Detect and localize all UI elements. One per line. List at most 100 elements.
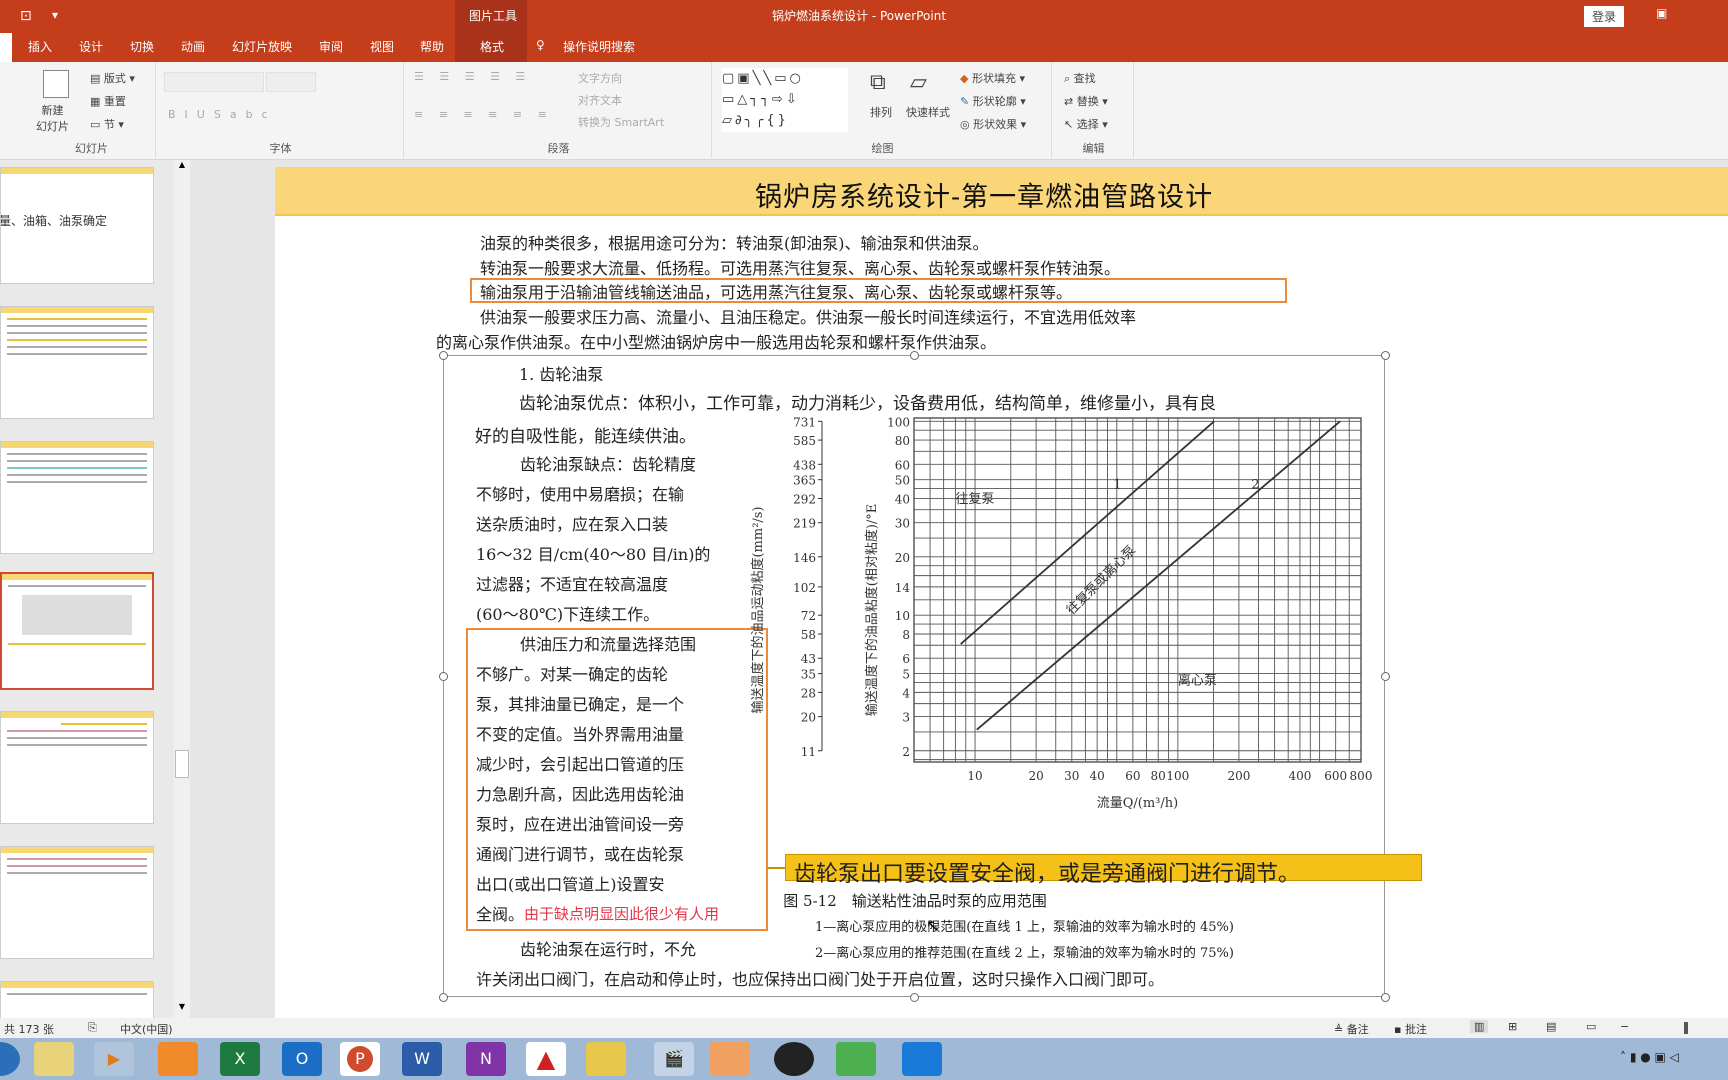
scroll-down-icon[interactable]: ▼ [176,1002,188,1016]
tab-insert[interactable]: 插入 [28,38,52,55]
font-format-buttons[interactable]: BIUSabc [168,108,277,121]
ribbon-display-options-icon[interactable]: ▣ [1656,6,1667,20]
picture-frame-selected[interactable]: 1. 齿轮油泵 齿轮油泵优点：体积小，工作可靠，动力消耗少，设备费用低，结构简单… [443,355,1385,997]
powerpoint-taskbar-icon[interactable]: P [340,1042,380,1076]
file-explorer-icon[interactable] [34,1042,74,1076]
app-icon-green[interactable] [836,1042,876,1076]
slide-thumbnail[interactable] [0,981,154,1021]
font-size-box[interactable] [266,72,316,92]
slide-thumbnail[interactable] [0,711,154,824]
resize-handle[interactable] [439,672,448,681]
callout-box[interactable]: 齿轮泵出口要设置安全阀，或是旁通阀门进行调节。 [785,854,1422,887]
replace-button[interactable]: ⇄ 替换 ▾ [1064,93,1108,109]
layout-button[interactable]: ▤ 版式 ▾ [90,70,135,86]
tab-transitions[interactable]: 切换 [130,38,154,55]
align-text-button[interactable]: 对齐文本 [578,92,622,108]
reading-view-icon[interactable]: ▤ [1546,1020,1556,1033]
tab-animations[interactable]: 动画 [181,38,205,55]
plot-area [913,417,1362,763]
tab-help[interactable]: 帮助 [420,38,444,55]
shape-outline-label: 形状轮廓 [972,95,1017,108]
align-buttons[interactable]: ≡ ≡ ≡ ≡ ≡ ≡ [414,108,553,121]
app-icon-hand[interactable] [710,1042,750,1076]
y2-tick-label: 585 [793,434,816,448]
slide-canvas[interactable]: 锅炉房系统设计-第一章燃油管路设计 油泵的种类很多，根据用途可分为：转油泵(卸油… [275,167,1728,1018]
slide-thumbnail[interactable]: 量、油箱、油泵确定 [0,167,154,284]
shape-outline-button[interactable]: ✎ 形状轮廓 ▾ [960,93,1026,109]
slide-thumbnail[interactable] [0,846,154,959]
normal-view-icon[interactable]: ▥ [1470,1020,1489,1033]
resize-handle[interactable] [439,351,448,360]
system-tray-icons[interactable]: ˄ ▮ ● ▣ ◁ [1620,1050,1679,1064]
y-tick-label: 10 [895,609,910,623]
start-button-icon[interactable] [0,1042,20,1076]
editing-group-label: 编辑 [1082,142,1105,155]
quick-access-dropdown-icon[interactable]: ▾ [52,8,58,22]
tab-slideshow[interactable]: 幻灯片放映 [232,38,292,55]
shapes-gallery[interactable]: ▢▣╲╲▭○ ▭△┐┐⇨⇩ ▱∂╮╭{} [722,68,848,132]
slide-sorter-icon[interactable]: ⊞ [1508,1020,1517,1033]
slideshow-icon[interactable]: ▭ [1586,1020,1596,1033]
tab-format[interactable]: 格式 [470,33,515,62]
shape-effects-button[interactable]: ◎ 形状效果 ▾ [960,116,1026,132]
drawing-group: ▢▣╲╲▭○ ▭△┐┐⇨⇩ ▱∂╮╭{} ⧉ 排列 ▱ 快速样式 ◆ 形状填充 ▾ … [714,62,1052,158]
text-direction-button[interactable]: 文字方向 [578,70,622,86]
app-icon-yellow[interactable] [586,1042,626,1076]
section-button[interactable]: ▭ 节 ▾ [90,116,124,132]
file-tab-edge[interactable] [0,33,12,62]
tab-view[interactable]: 视图 [370,38,394,55]
arrange-button[interactable]: 排列 [870,104,892,120]
tab-design[interactable]: 设计 [79,38,103,55]
app-icon-blue[interactable] [902,1042,942,1076]
comments-button[interactable]: ▪ 批注 [1394,1021,1427,1037]
slide-thumbnail-selected[interactable] [0,572,154,690]
excel-icon[interactable]: X [220,1042,260,1076]
font-name-box[interactable] [164,72,264,92]
cursor-icon: ↖ [1064,118,1074,131]
shape-fill-button[interactable]: ◆ 形状填充 ▾ [960,70,1025,86]
tell-me-search[interactable]: 操作说明搜索 [563,38,635,55]
app-icon-orange[interactable] [158,1042,198,1076]
thumbnail-scrollbar[interactable]: ▲ ▼ [174,160,190,1018]
select-button[interactable]: ↖ 选择 ▾ [1064,116,1108,132]
notes-button[interactable]: ≜ 备注 [1334,1021,1369,1037]
video-editor-icon[interactable]: 🎬 [654,1042,694,1076]
word-icon[interactable]: W [402,1042,442,1076]
login-button[interactable]: 登录 [1584,6,1625,27]
language-indicator[interactable]: 中文(中国) [120,1021,173,1037]
acrobat-icon[interactable]: ▲ [526,1042,566,1076]
slide-thumbnail[interactable] [0,306,154,419]
scrollbar-thumb[interactable] [175,750,189,778]
resize-handle[interactable] [439,993,448,1002]
resize-handle[interactable] [910,351,919,360]
resize-handle[interactable] [1381,672,1390,681]
spellcheck-icon[interactable]: ⎘ [88,1021,97,1035]
ribbon: 新建 幻灯片 ▤ 版式 ▾ ▦ 重置 ▭ 节 ▾ 幻灯片 BIUSabc 字体 … [0,62,1728,160]
resize-handle[interactable] [910,993,919,1002]
smartart-button[interactable]: 转换为 SmartArt [578,114,664,130]
media-player-icon[interactable]: ▶ [94,1042,134,1076]
zoom-slider[interactable] [1684,1022,1688,1034]
list-buttons[interactable]: ☰ ☰ ☰ ☰ ☰ [414,70,531,83]
reset-label: 重置 [103,95,126,108]
find-button[interactable]: ⌕ 查找 [1064,70,1096,86]
outlook-icon[interactable]: O [282,1042,322,1076]
slide-thumbnail[interactable] [0,441,154,554]
resize-handle[interactable] [1381,351,1390,360]
quick-styles-button[interactable]: 快速样式 [906,104,950,120]
reset-button[interactable]: ▦ 重置 [90,93,126,109]
slide-count: 共 173 张 [4,1023,54,1036]
tab-review[interactable]: 审阅 [319,38,343,55]
zoom-out-icon[interactable]: − [1620,1020,1629,1033]
scroll-up-icon[interactable]: ▲ [176,160,188,174]
y2-tick-label: 43 [801,652,816,666]
powerpoint-app-icon[interactable]: ⊡ [20,8,32,24]
y2-tick-label: 146 [793,551,816,565]
y2-tick-label: 219 [793,517,816,531]
resize-handle[interactable] [1381,993,1390,1002]
new-slide-icon[interactable] [43,70,69,98]
onenote-icon[interactable]: N [466,1042,506,1076]
new-slide-button[interactable]: 新建 幻灯片 [36,102,69,134]
advantages-line: 好的自吸性能，能连续供油。 [475,427,696,447]
app-icon-dark[interactable] [774,1042,814,1076]
